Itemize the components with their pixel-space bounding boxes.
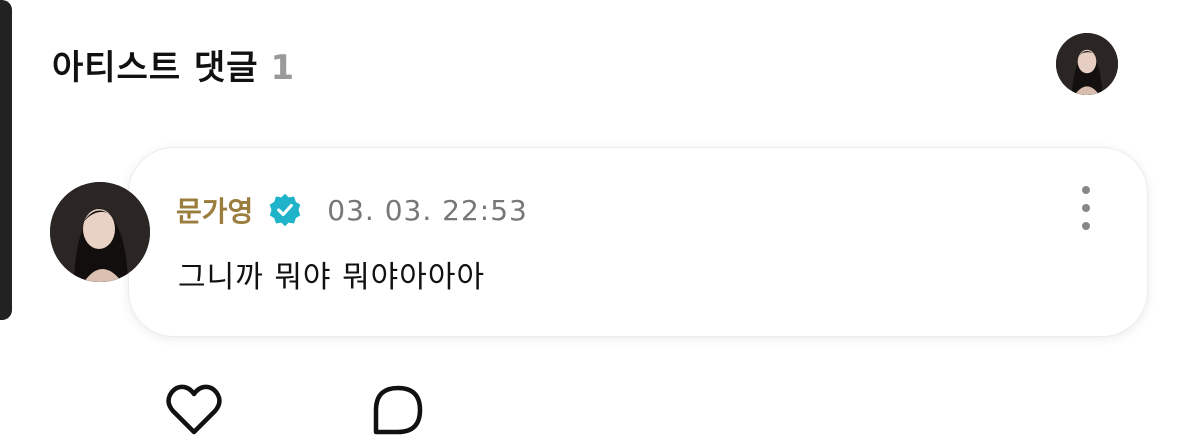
comment-card: [128, 147, 1148, 337]
page-title: 아티스트 댓글 1: [52, 40, 295, 89]
more-dot: [1082, 222, 1090, 230]
side-edge-handle: [0, 0, 12, 320]
comment-author-avatar[interactable]: [50, 182, 150, 282]
comment-count: 1: [270, 48, 296, 88]
verified-badge-icon: [269, 193, 301, 227]
comment-author-avatar-image: [50, 182, 150, 282]
comment-bubble-icon[interactable]: [368, 380, 428, 440]
more-dot: [1082, 204, 1090, 212]
page-title-label: 아티스트 댓글: [52, 48, 259, 88]
comment-timestamp: 03. 03. 22:53: [327, 193, 528, 227]
more-dot: [1082, 186, 1090, 194]
comment-body: 그니까 뭐야 뭐야아아아: [178, 260, 486, 295]
comment-meta: 문가영 03. 03. 22:53: [176, 190, 528, 230]
comment-author-name[interactable]: 문가영: [176, 190, 253, 230]
heart-icon[interactable]: [164, 380, 224, 440]
more-vertical-icon[interactable]: [1072, 186, 1100, 230]
header-avatar-image: [1056, 33, 1118, 95]
header-avatar[interactable]: [1056, 33, 1118, 95]
